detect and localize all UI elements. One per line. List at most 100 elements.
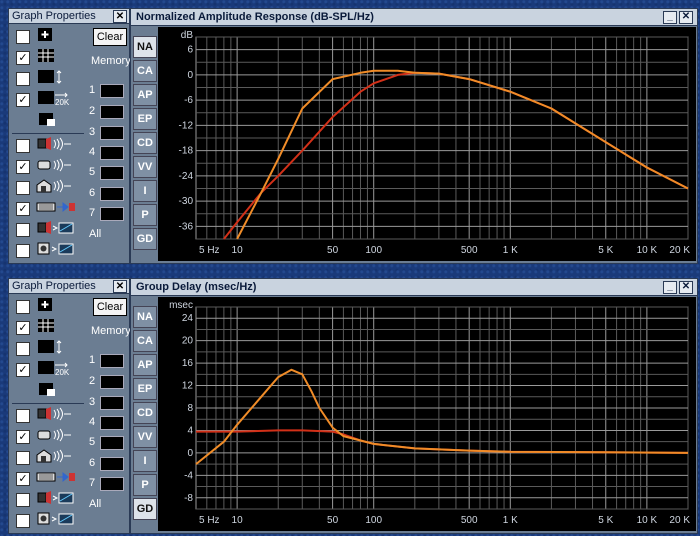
checkbox-vscale[interactable] [16,342,30,356]
memory-slot-7[interactable] [100,477,124,491]
memory-slot-number: 1 [89,354,96,366]
y-tick-label: 0 [187,448,193,459]
x-tick-label: 50 [327,515,339,526]
tab-ca[interactable]: CA [133,60,157,82]
x-tick-label: 5 Hz [199,515,220,526]
tab-vv[interactable]: VV [133,156,157,178]
checkbox-room[interactable] [16,451,30,465]
tab-ep[interactable]: EP [133,378,157,400]
group-delay-plot: 24 20 16 12 8 4 0 -4 -8 msec 5 Hz 10 50 100 500 1 K 5 K 1… [158,297,696,531]
divider [12,133,84,134]
memory-slot-number: 5 [89,436,96,448]
close-button[interactable]: ✕ [679,281,693,294]
y-tick-label: 20 [182,336,194,347]
checkbox-grid[interactable]: ✓ [16,51,30,65]
memory-slot-4[interactable] [100,146,124,160]
y-tick-label: -36 [179,221,194,232]
vertical-scale-icon [36,340,66,354]
tab-ap[interactable]: AP [133,354,157,376]
tab-cd[interactable]: CD [133,132,157,154]
memory-slot-number: 4 [89,146,96,158]
graph-titlebar: Group Delay (msec/Hz) _ ✕ [131,279,697,296]
checkbox-driver[interactable] [16,409,30,423]
memory-slot-6[interactable] [100,187,124,201]
memory-slot-2[interactable] [100,105,124,119]
checkbox-cursor[interactable] [16,300,30,314]
x-tick-label: 10 [232,515,244,526]
tab-p[interactable]: P [133,204,157,226]
checkbox-grid[interactable]: ✓ [16,321,30,335]
x-tick-label: 500 [461,245,478,256]
memory-slot-number: 2 [89,105,96,117]
y-tick-label: 24 [182,313,194,324]
checkbox-port[interactable]: ✓ [16,160,30,174]
port-icon [36,158,71,172]
tab-gd[interactable]: GD [133,498,157,520]
tab-na[interactable]: NA [133,306,157,328]
y-tick-label: 8 [187,403,193,414]
impedance-icon [36,491,74,505]
memory-slot-6[interactable] [100,457,124,471]
y-tick-label: 0 [187,70,193,81]
horizontal-scale-icon: 20K [36,91,70,107]
minimize-button[interactable]: _ [663,11,677,24]
checkbox-cursor[interactable] [16,30,30,44]
close-button[interactable]: ✕ [113,10,127,23]
memory-slot-3[interactable] [100,396,124,410]
clear-button[interactable]: Clear [93,28,127,46]
group-delay-graph-window: Group Delay (msec/Hz) _ ✕ NA CA AP EP CD… [130,278,698,534]
checkbox-port[interactable]: ✓ [16,430,30,444]
memory-slot-4[interactable] [100,416,124,430]
memory-slot-number: 2 [89,375,96,387]
close-button[interactable]: ✕ [679,11,693,24]
tab-ca[interactable]: CA [133,330,157,352]
group-delay-chart-svg: 24 20 16 12 8 4 0 -4 -8 msec 5 Hz 10 50 100 500 1 K 5 K 1… [169,300,690,526]
svg-text:20K: 20K [55,98,70,107]
checkbox-meter[interactable] [16,244,30,258]
tab-i[interactable]: I [133,180,157,202]
tab-cd[interactable]: CD [133,402,157,424]
checkbox-filter[interactable]: ✓ [16,472,30,486]
grid-icon [36,319,66,333]
memory-slot-1[interactable] [100,84,124,98]
memory-all-button[interactable]: All [89,228,101,240]
memory-slot-number: 1 [89,84,96,96]
memory-slot-5[interactable] [100,166,124,180]
minimize-button[interactable]: _ [663,281,677,294]
checkbox-impedance[interactable] [16,223,30,237]
x-tick-label: 50 [327,245,339,256]
room-icon [36,449,71,463]
clear-button[interactable]: Clear [93,298,127,316]
amplitude-chart-svg: 6 0 -6 -12 -18 -24 -30 -36 dB 5 Hz 10 50 100 500 1 K 5 … [179,30,691,256]
memory-slot-3[interactable] [100,126,124,140]
y-tick-label: -18 [179,146,194,157]
memory-slot-5[interactable] [100,436,124,450]
checkbox-hscale[interactable]: ✓ [16,363,30,377]
port-icon [36,428,71,442]
checkbox-impedance[interactable] [16,493,30,507]
y-axis-unit: dB [181,30,194,41]
tab-ep[interactable]: EP [133,108,157,130]
checkbox-filter[interactable]: ✓ [16,202,30,216]
y-tick-label: 16 [182,358,194,369]
memory-slot-2[interactable] [100,375,124,389]
tab-vv[interactable]: VV [133,426,157,448]
vertical-scale-icon [36,70,66,84]
tab-gd[interactable]: GD [133,228,157,250]
checkbox-room[interactable] [16,181,30,195]
checkbox-vscale[interactable] [16,72,30,86]
cursor-icon [36,298,66,312]
memory-slot-7[interactable] [100,207,124,221]
checkbox-meter[interactable] [16,514,30,528]
group-delay-panel: Graph Properties ✕ ✓ ✓ 20K ✓ ✓ Clear Mem… [0,270,700,534]
memory-slot-1[interactable] [100,354,124,368]
memory-all-button[interactable]: All [89,498,101,510]
tab-i[interactable]: I [133,450,157,472]
horizontal-scale-icon: 20K [36,361,70,377]
tab-na[interactable]: NA [133,36,157,58]
tab-ap[interactable]: AP [133,84,157,106]
checkbox-driver[interactable] [16,139,30,153]
close-button[interactable]: ✕ [113,280,127,293]
checkbox-hscale[interactable]: ✓ [16,93,30,107]
tab-p[interactable]: P [133,474,157,496]
